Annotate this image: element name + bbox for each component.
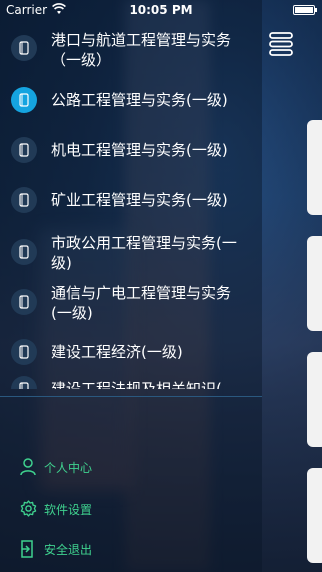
content-card[interactable] <box>307 236 322 331</box>
settings-label: 软件设置 <box>44 503 93 517</box>
menu-item-label: 机电工程管理与实务(一级) <box>51 141 228 159</box>
book-icon <box>11 137 37 163</box>
content-card[interactable] <box>307 468 322 563</box>
menu-item-label: 建设工程经济(一级) <box>51 343 183 361</box>
subject-menu-list[interactable]: 港口与航道工程管理与实务 （一级） 公路工程管理与实务(一级) 机电工程管理与实… <box>0 27 262 389</box>
menu-item-label: 港口与航道工程管理与实务 （一级） <box>51 31 232 69</box>
content-card[interactable] <box>307 352 322 447</box>
divider <box>0 396 262 397</box>
status-bar: Carrier 10:05 PM <box>0 0 322 20</box>
book-icon <box>11 376 37 389</box>
book-icon <box>11 239 37 265</box>
menu-item-label: 矿业工程管理与实务(一级) <box>51 191 228 209</box>
menu-item-label: 公路工程管理与实务(一级) <box>51 91 228 109</box>
menu-item-label: 通信与广电工程管理与实务 (一级) <box>51 284 232 322</box>
menu-item-label: 市政公用工程管理与实务(一 级) <box>51 234 237 272</box>
content-card[interactable] <box>307 120 322 215</box>
side-drawer: 港口与航道工程管理与实务 （一级） 公路工程管理与实务(一级) 机电工程管理与实… <box>0 0 262 572</box>
gear-icon <box>20 500 37 517</box>
book-icon <box>11 289 37 315</box>
user-icon <box>20 458 36 476</box>
clock: 10:05 PM <box>129 3 193 17</box>
book-icon <box>11 87 37 113</box>
book-icon <box>11 187 37 213</box>
menu-icon[interactable] <box>268 31 296 57</box>
logout-label: 安全退出 <box>44 543 93 557</box>
battery-icon <box>293 5 317 15</box>
book-icon <box>11 339 37 365</box>
menu-item-label: 建设工程法规及相关知识( <box>51 380 222 389</box>
book-icon <box>11 35 37 61</box>
profile-label: 个人中心 <box>44 461 93 475</box>
exit-icon <box>21 540 33 558</box>
